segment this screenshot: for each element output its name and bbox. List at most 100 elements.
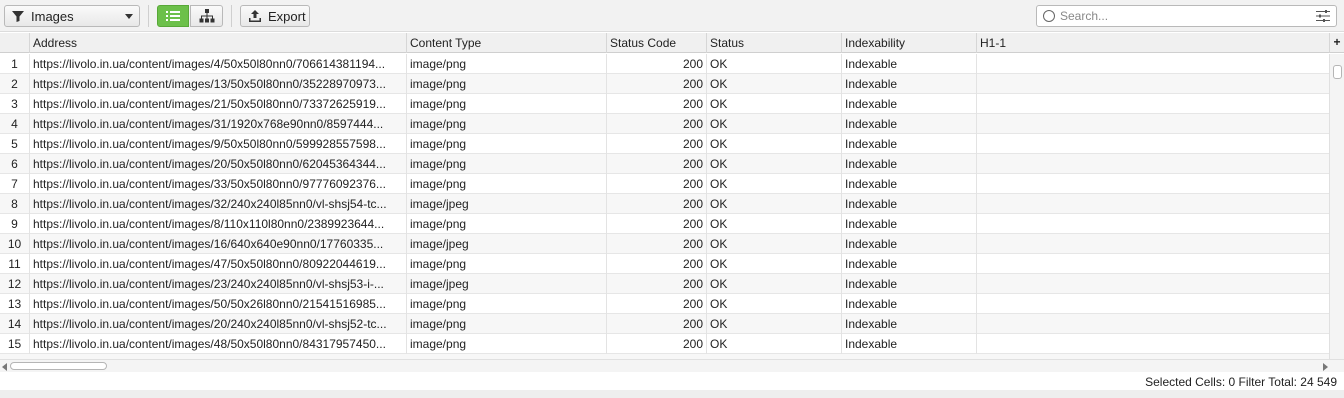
cell-indexability[interactable]: Indexable	[842, 154, 977, 174]
cell-index[interactable]: 15	[0, 334, 30, 354]
cell-index[interactable]: 10	[0, 234, 30, 254]
cell-content-type[interactable]: image/png	[407, 54, 607, 74]
cell-address[interactable]: https://livolo.in.ua/content/images/20/2…	[30, 314, 407, 334]
cell-indexability[interactable]: Indexable	[842, 214, 977, 234]
cell-status[interactable]: OK	[707, 234, 842, 254]
export-button[interactable]: Export	[240, 5, 310, 27]
cell-h1[interactable]	[977, 54, 1329, 74]
cell-status-code[interactable]: 200	[607, 114, 707, 134]
cell-content-type[interactable]: image/jpeg	[407, 234, 607, 254]
cell-status[interactable]: OK	[707, 154, 842, 174]
cell-content-type[interactable]: image/png	[407, 154, 607, 174]
cell-content-type[interactable]: image/png	[407, 74, 607, 94]
cell-h1[interactable]	[977, 294, 1329, 314]
cell-status-code[interactable]: 200	[607, 174, 707, 194]
cell-address[interactable]: https://livolo.in.ua/content/images/50/5…	[30, 294, 407, 314]
cell-h1[interactable]	[977, 154, 1329, 174]
cell-h1[interactable]	[977, 94, 1329, 114]
table-row[interactable]: 7 https://livolo.in.ua/content/images/33/…	[0, 174, 1329, 194]
cell-index[interactable]: 6	[0, 154, 30, 174]
table-row[interactable]: 14 https://livolo.in.ua/content/images/20…	[0, 314, 1329, 334]
cell-address[interactable]: https://livolo.in.ua/content/images/33/5…	[30, 174, 407, 194]
column-header-indexability[interactable]: Indexability	[842, 33, 977, 53]
cell-address[interactable]: https://livolo.in.ua/content/images/47/5…	[30, 254, 407, 274]
cell-indexability[interactable]: Indexable	[842, 134, 977, 154]
cell-status-code[interactable]: 200	[607, 294, 707, 314]
cell-h1[interactable]	[977, 334, 1329, 354]
cell-indexability[interactable]: Indexable	[842, 74, 977, 94]
cell-indexability[interactable]: Indexable	[842, 54, 977, 74]
table-row[interactable]: 6 https://livolo.in.ua/content/images/20/…	[0, 154, 1329, 174]
cell-index[interactable]: 9	[0, 214, 30, 234]
cell-indexability[interactable]: Indexable	[842, 234, 977, 254]
cell-status-code[interactable]: 200	[607, 154, 707, 174]
cell-status[interactable]: OK	[707, 94, 842, 114]
cell-address[interactable]: https://livolo.in.ua/content/images/4/50…	[30, 54, 407, 74]
cell-status-code[interactable]: 200	[607, 94, 707, 114]
cell-indexability[interactable]: Indexable	[842, 194, 977, 214]
cell-indexability[interactable]: Indexable	[842, 254, 977, 274]
cell-indexability[interactable]: Indexable	[842, 174, 977, 194]
table-row[interactable]: 5 https://livolo.in.ua/content/images/9/5…	[0, 134, 1329, 154]
cell-address[interactable]: https://livolo.in.ua/content/images/31/1…	[30, 114, 407, 134]
cell-address[interactable]: https://livolo.in.ua/content/images/8/11…	[30, 214, 407, 234]
scrollbar-thumb[interactable]	[1333, 65, 1342, 79]
cell-index[interactable]: 2	[0, 74, 30, 94]
cell-status[interactable]: OK	[707, 274, 842, 294]
cell-indexability[interactable]: Indexable	[842, 294, 977, 314]
cell-status[interactable]: OK	[707, 214, 842, 234]
cell-content-type[interactable]: image/png	[407, 94, 607, 114]
cell-status[interactable]: OK	[707, 314, 842, 334]
cell-content-type[interactable]: image/png	[407, 314, 607, 334]
search-input[interactable]	[1060, 7, 1310, 25]
cell-indexability[interactable]: Indexable	[842, 114, 977, 134]
cell-status-code[interactable]: 200	[607, 314, 707, 334]
cell-status[interactable]: OK	[707, 294, 842, 314]
cell-status[interactable]: OK	[707, 334, 842, 354]
add-column-button[interactable]: +	[1329, 33, 1344, 53]
cell-content-type[interactable]: image/png	[407, 114, 607, 134]
column-header-index[interactable]	[0, 33, 30, 53]
column-header-h1[interactable]: H1-1	[977, 33, 1329, 53]
cell-h1[interactable]	[977, 74, 1329, 94]
cell-index[interactable]: 11	[0, 254, 30, 274]
column-header-content-type[interactable]: Content Type	[407, 33, 607, 53]
table-row[interactable]: 9 https://livolo.in.ua/content/images/8/1…	[0, 214, 1329, 234]
cell-index[interactable]: 3	[0, 94, 30, 114]
table-row[interactable]: 2 https://livolo.in.ua/content/images/13/…	[0, 74, 1329, 94]
cell-status-code[interactable]: 200	[607, 254, 707, 274]
cell-h1[interactable]	[977, 174, 1329, 194]
scroll-left-icon[interactable]	[2, 363, 7, 371]
scrollbar-thumb[interactable]	[10, 362, 107, 370]
cell-address[interactable]: https://livolo.in.ua/content/images/48/5…	[30, 334, 407, 354]
cell-h1[interactable]	[977, 234, 1329, 254]
cell-status-code[interactable]: 200	[607, 274, 707, 294]
cell-status[interactable]: OK	[707, 54, 842, 74]
table-row[interactable]: 1 https://livolo.in.ua/content/images/4/5…	[0, 54, 1329, 74]
cell-address[interactable]: https://livolo.in.ua/content/images/9/50…	[30, 134, 407, 154]
cell-index[interactable]: 5	[0, 134, 30, 154]
cell-indexability[interactable]: Indexable	[842, 274, 977, 294]
cell-index[interactable]: 1	[0, 54, 30, 74]
cell-index[interactable]: 4	[0, 114, 30, 134]
column-header-address[interactable]: Address	[30, 33, 407, 53]
filter-settings-icon[interactable]	[1316, 10, 1330, 22]
cell-h1[interactable]	[977, 254, 1329, 274]
cell-content-type[interactable]: image/png	[407, 334, 607, 354]
cell-content-type[interactable]: image/jpeg	[407, 194, 607, 214]
cell-index[interactable]: 14	[0, 314, 30, 334]
cell-status[interactable]: OK	[707, 114, 842, 134]
table-row[interactable]: 4 https://livolo.in.ua/content/images/31/…	[0, 114, 1329, 134]
table-row[interactable]: 13 https://livolo.in.ua/content/images/50…	[0, 294, 1329, 314]
cell-h1[interactable]	[977, 274, 1329, 294]
filter-dropdown[interactable]: Images	[4, 5, 140, 27]
scroll-right-icon[interactable]	[1323, 363, 1328, 371]
cell-index[interactable]: 12	[0, 274, 30, 294]
cell-address[interactable]: https://livolo.in.ua/content/images/21/5…	[30, 94, 407, 114]
cell-status-code[interactable]: 200	[607, 334, 707, 354]
cell-indexability[interactable]: Indexable	[842, 314, 977, 334]
cell-content-type[interactable]: image/jpeg	[407, 274, 607, 294]
cell-content-type[interactable]: image/png	[407, 294, 607, 314]
vertical-scrollbar[interactable]	[1329, 54, 1344, 359]
cell-h1[interactable]	[977, 134, 1329, 154]
